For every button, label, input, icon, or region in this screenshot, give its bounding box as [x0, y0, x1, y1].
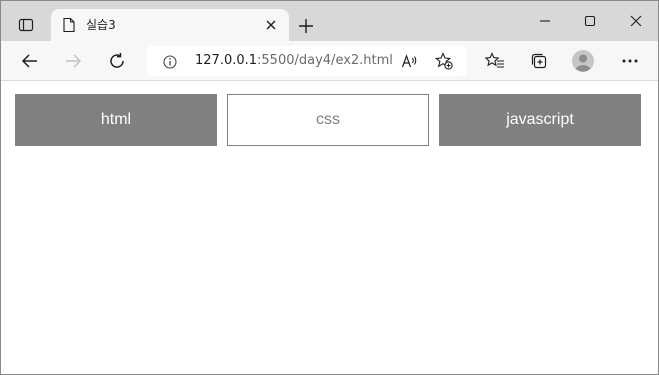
page-icon: [62, 17, 76, 33]
url-path: :5500/day4/ex2.html: [257, 53, 393, 68]
javascript-box[interactable]: javascript: [439, 94, 641, 146]
back-arrow-icon[interactable]: [15, 47, 45, 75]
plus-icon[interactable]: [295, 15, 317, 37]
collections-icon[interactable]: [524, 47, 554, 75]
tab-strip: 실습3: [1, 1, 658, 41]
maximize-icon[interactable]: [574, 7, 606, 35]
html-box[interactable]: html: [15, 94, 217, 146]
close-icon[interactable]: [263, 17, 279, 33]
avatar[interactable]: [568, 47, 598, 75]
forward-arrow-icon[interactable]: [58, 47, 88, 75]
tab-actions-icon[interactable]: [10, 11, 42, 39]
refresh-icon[interactable]: [102, 47, 132, 75]
tab-title: 실습3: [86, 18, 116, 32]
page-content: html css javascript: [1, 82, 658, 374]
info-icon[interactable]: [163, 54, 177, 69]
css-box[interactable]: css: [227, 94, 429, 146]
read-aloud-icon[interactable]: [401, 52, 419, 70]
more-icon[interactable]: [615, 47, 645, 75]
browser-toolbar: 127.0.0.1:5500/day4/ex2.html: [1, 41, 658, 81]
address-bar[interactable]: 127.0.0.1:5500/day4/ex2.html: [147, 46, 467, 76]
minimize-icon[interactable]: [529, 7, 561, 35]
url-text: 127.0.0.1:5500/day4/ex2.html: [195, 53, 393, 69]
close-window-icon[interactable]: [620, 7, 652, 35]
browser-tab[interactable]: 실습3: [51, 9, 289, 41]
favorites-icon[interactable]: [480, 47, 510, 75]
star-plus-icon[interactable]: [434, 52, 453, 70]
browser-window: 실습3 127.0.0.1:5500/day4/ex2.html html cs…: [0, 0, 659, 375]
url-host: 127.0.0.1: [195, 53, 258, 68]
